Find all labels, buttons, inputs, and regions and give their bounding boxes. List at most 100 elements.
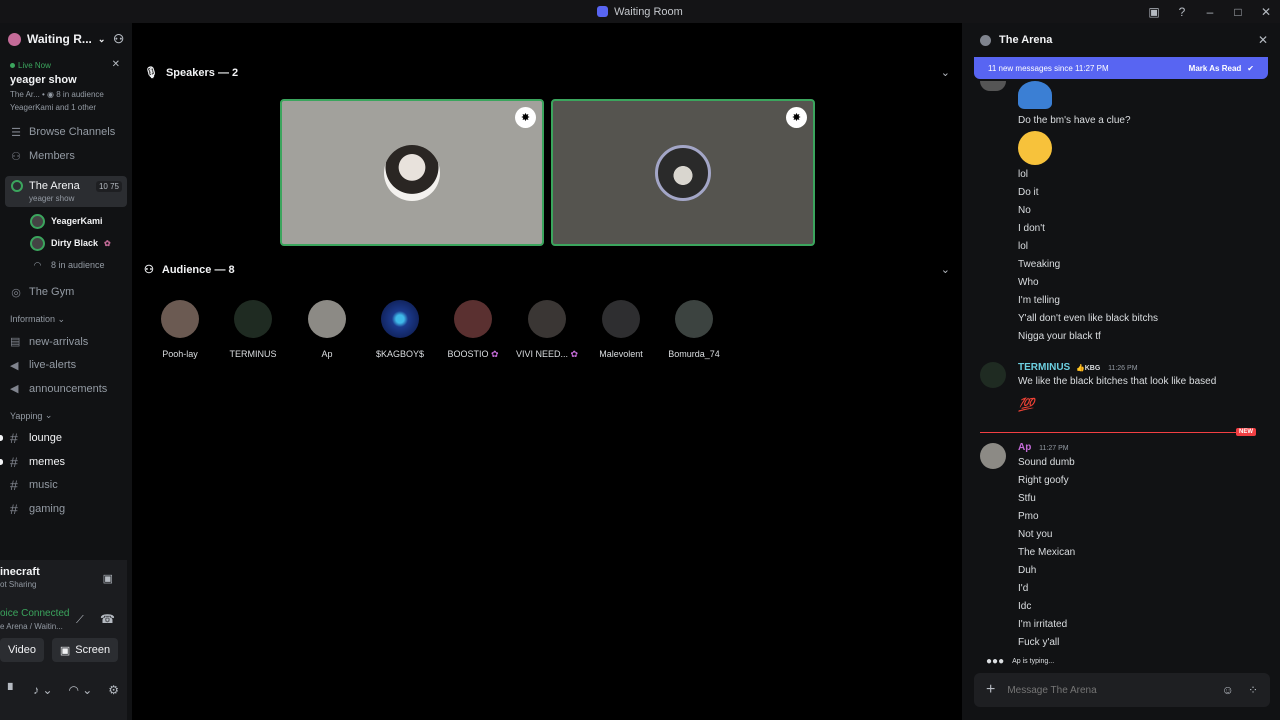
crying-emoji [1018, 131, 1052, 165]
audience-member[interactable]: Bomurda_74 [656, 300, 732, 359]
close-window-button[interactable]: ✕ [1252, 5, 1280, 19]
new-messages-divider [980, 432, 1236, 433]
members-icon: ⚇ [11, 150, 21, 163]
close-chat-icon[interactable]: ✕ [1258, 33, 1268, 47]
people-icon: ⚇ [144, 264, 154, 276]
live-dot-icon [10, 63, 15, 68]
channel-gaming[interactable]: # gaming [0, 497, 132, 521]
avatar [30, 213, 45, 229]
audience-member[interactable]: Pooh-lay [142, 300, 218, 359]
audience-member[interactable]: $KAGBOY$ [362, 300, 438, 359]
avatar[interactable] [980, 362, 1006, 388]
screen-icon: ▣ [59, 644, 71, 657]
audience-header[interactable]: ⚇ Audience — 8 [144, 263, 235, 277]
live-title: yeager show [10, 74, 77, 86]
speaker-tile[interactable]: ✸ [280, 99, 544, 246]
message-input[interactable] [1007, 684, 1198, 696]
speakers-header[interactable]: 🎙 Speakers — 2 [144, 66, 238, 80]
audience-member[interactable]: Ap [289, 300, 365, 359]
mark-as-read-button[interactable]: Mark As Read [1189, 64, 1242, 73]
message-author[interactable]: Ap 11:27 PM [1018, 442, 1069, 453]
microphone-icon[interactable]: ♪ ⌄ [33, 683, 52, 697]
members[interactable]: ⚇ Members [0, 144, 132, 168]
chevron-down-icon[interactable]: ⌄ [941, 66, 950, 79]
attach-plus-icon[interactable]: + [986, 681, 995, 699]
new-messages-banner[interactable]: 11 new messages since 11:27 PM Mark As R… [974, 57, 1268, 79]
activity-name: inecraft [0, 566, 40, 578]
chat-message: lol [1018, 169, 1029, 180]
avatar [454, 300, 492, 338]
chat-bubble-icon [980, 34, 991, 46]
window-title: Waiting Room [597, 6, 683, 18]
channel-live-alerts[interactable]: ◀ live-alerts [0, 354, 132, 378]
chat-message: I'm telling [1018, 295, 1060, 306]
invite-icon[interactable]: ⚇ [113, 32, 124, 46]
channel-new-arrivals[interactable]: ▤ new-arrivals [0, 330, 132, 354]
browse-channels[interactable]: ☰ Browse Channels [0, 120, 132, 144]
badge-icon: ✿ [104, 238, 111, 248]
role-badge: 👍KBG [1076, 365, 1101, 372]
hash-icon: # [10, 500, 18, 517]
avatar [234, 300, 272, 338]
voice-channel-path[interactable]: e Arena / Waitin... [0, 622, 63, 631]
chat-message: Do it [1018, 187, 1039, 198]
channel-the-gym[interactable]: ◎ The Gym [0, 280, 132, 304]
avatar [980, 81, 1006, 91]
audience-member[interactable]: BOOSTIO ✿ [435, 300, 511, 360]
maximize-button[interactable]: □ [1224, 5, 1252, 19]
chevron-down-icon[interactable]: ⌄ [941, 263, 950, 276]
headphones-icon[interactable]: ◠ ⌄ [68, 683, 92, 697]
noise-suppression-icon[interactable]: ⟋ [76, 614, 84, 627]
help-icon[interactable]: ? [1168, 5, 1196, 19]
mark-read-icon: ✔ [1247, 63, 1254, 73]
channel-lounge[interactable]: # lounge [0, 427, 132, 451]
category-information[interactable]: Information ⌄ [0, 308, 132, 330]
hundred-emoji: 💯 [1018, 397, 1035, 412]
chat-message: Y'all don't even like black bitchs [1018, 313, 1159, 324]
megaphone-icon: ◀ [10, 359, 19, 372]
chat-panel: The Arena ✕ 11 new messages since 11:27 … [962, 23, 1280, 720]
share-screen-icon[interactable]: ▣ [103, 572, 113, 585]
video-button[interactable]: Video [0, 638, 44, 662]
speaker-item[interactable]: YeagerKami [0, 210, 132, 232]
channel-memes[interactable]: # memes [0, 450, 132, 474]
channel-music[interactable]: # music [0, 474, 132, 498]
minimize-button[interactable]: – [1196, 5, 1224, 19]
message-composer[interactable]: + ☺ ⁘ [974, 673, 1270, 707]
message-author[interactable]: TERMINUS 👍KBG 11:26 PM [1018, 362, 1138, 373]
apps-icon[interactable]: ⁘ [1248, 683, 1258, 697]
typing-dots-icon: ●●● [986, 656, 1005, 667]
audience-count-item[interactable]: ◠ 8 in audience [0, 254, 132, 276]
chat-message: Sound dumb [1018, 457, 1075, 468]
avatar[interactable] [980, 443, 1006, 469]
chat-message: I'm irritated [1018, 619, 1068, 630]
window-controls: ▣ ? – □ ✕ [1140, 0, 1280, 23]
stage-channel-arena[interactable]: The Arena 10 75 yeager show [5, 176, 127, 207]
channel-sidebar: Waiting R... ⌄ ⚇ Live Now yeager show Th… [0, 23, 132, 720]
disconnect-icon[interactable]: ☎ [100, 612, 115, 626]
chat-message: Duh [1018, 565, 1037, 576]
speaker-tile[interactable]: ✸ [551, 99, 815, 246]
stage-icon [11, 180, 23, 192]
audience-member[interactable]: Malevolent [583, 300, 659, 359]
emoji-icon[interactable]: ☺ [1222, 683, 1234, 697]
avatar [161, 300, 199, 338]
chat-message: The Mexican [1018, 547, 1076, 558]
audience-member[interactable]: TERMINUS [215, 300, 291, 359]
server-icon [8, 32, 21, 46]
speaker-item[interactable]: Dirty Black ✿ [0, 232, 132, 254]
inbox-icon[interactable]: ▣ [1140, 5, 1168, 19]
audience-member[interactable]: VIVI NEED... ✿ [509, 300, 585, 360]
chat-message: No [1018, 205, 1031, 216]
server-header[interactable]: Waiting R... ⌄ ⚇ [0, 23, 132, 55]
category-yapping[interactable]: Yapping ⌄ [0, 405, 132, 427]
live-now-card[interactable]: Live Now yeager show The Ar... • ◉ 8 in … [0, 55, 132, 118]
voice-status[interactable]: oice Connected [0, 608, 70, 619]
close-icon[interactable]: ✕ [112, 59, 120, 70]
user-avatar[interactable]: ▘ [8, 683, 17, 697]
channel-announcements[interactable]: ◀ announcements [0, 377, 132, 401]
speaker-avatar [655, 144, 711, 201]
settings-gear-icon[interactable]: ⚙ [108, 683, 119, 697]
chat-message: Who [1018, 277, 1039, 288]
screen-button[interactable]: ▣ Screen [52, 638, 118, 662]
